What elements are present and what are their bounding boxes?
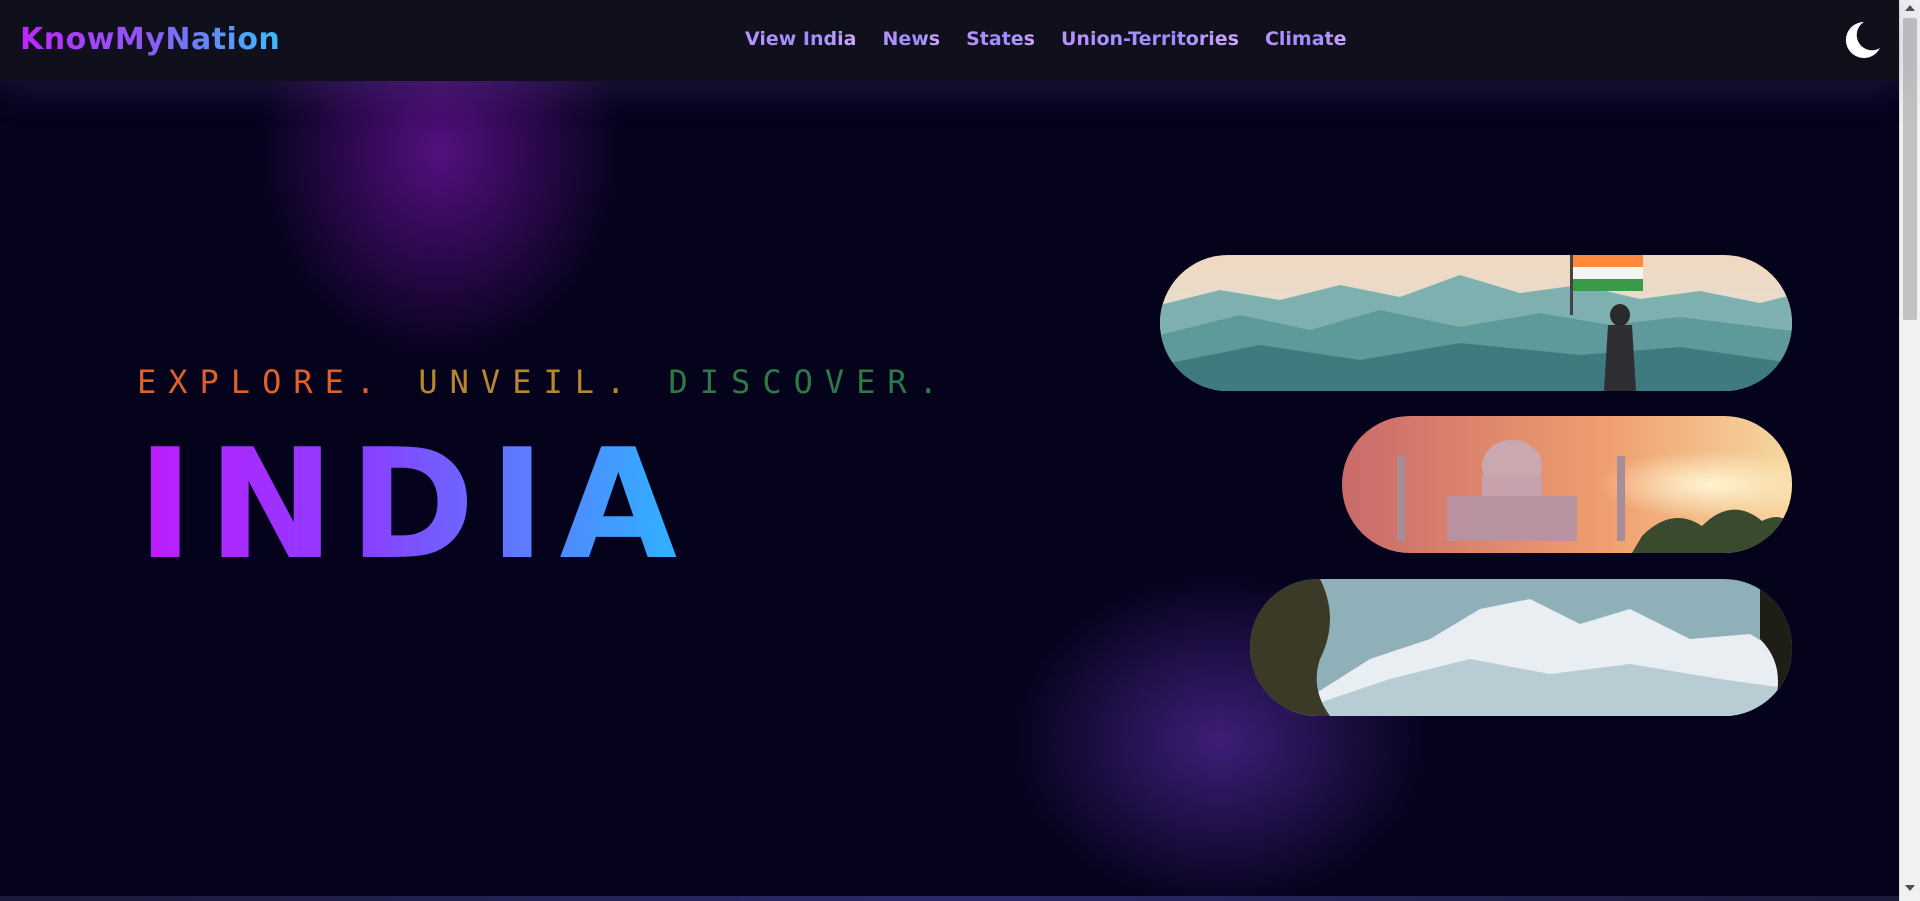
nav-item-union-territories[interactable]: Union-Territories xyxy=(1061,28,1239,50)
hero-title: INDIA xyxy=(137,416,692,593)
mountain-flag-image xyxy=(1160,255,1792,391)
nav-item-view-india[interactable]: View India xyxy=(745,28,856,50)
nav-item-states[interactable]: States xyxy=(966,28,1035,50)
hero-section: EXPLORE. UNVEIL. DISCOVER. INDIA xyxy=(0,81,1899,897)
tagline-explore: EXPLORE. xyxy=(137,363,388,401)
page: KnowMyNation View India News States Unio… xyxy=(0,0,1920,901)
scrollbar-thumb[interactable] xyxy=(1903,18,1917,320)
taj-mahal-image xyxy=(1342,416,1792,553)
tagline-unveil: UNVEIL. xyxy=(418,363,638,401)
bottom-edge xyxy=(0,896,1899,901)
scroll-up-icon[interactable] xyxy=(1905,5,1915,11)
hero-tagline: EXPLORE. UNVEIL. DISCOVER. xyxy=(137,363,950,401)
moon-icon xyxy=(1845,21,1880,58)
vertical-scrollbar[interactable] xyxy=(1899,0,1920,901)
nav-item-news[interactable]: News xyxy=(882,28,940,50)
theme-toggle-button[interactable] xyxy=(1838,18,1882,62)
tagline-discover: DISCOVER. xyxy=(668,363,950,401)
main-nav: View India News States Union-Territories… xyxy=(745,28,1347,50)
brand-logo[interactable]: KnowMyNation xyxy=(20,22,280,57)
nav-item-climate[interactable]: Climate xyxy=(1265,28,1347,50)
snow-peaks-image xyxy=(1250,579,1792,716)
scroll-down-icon[interactable] xyxy=(1905,885,1915,891)
navbar: KnowMyNation View India News States Unio… xyxy=(0,0,1899,81)
